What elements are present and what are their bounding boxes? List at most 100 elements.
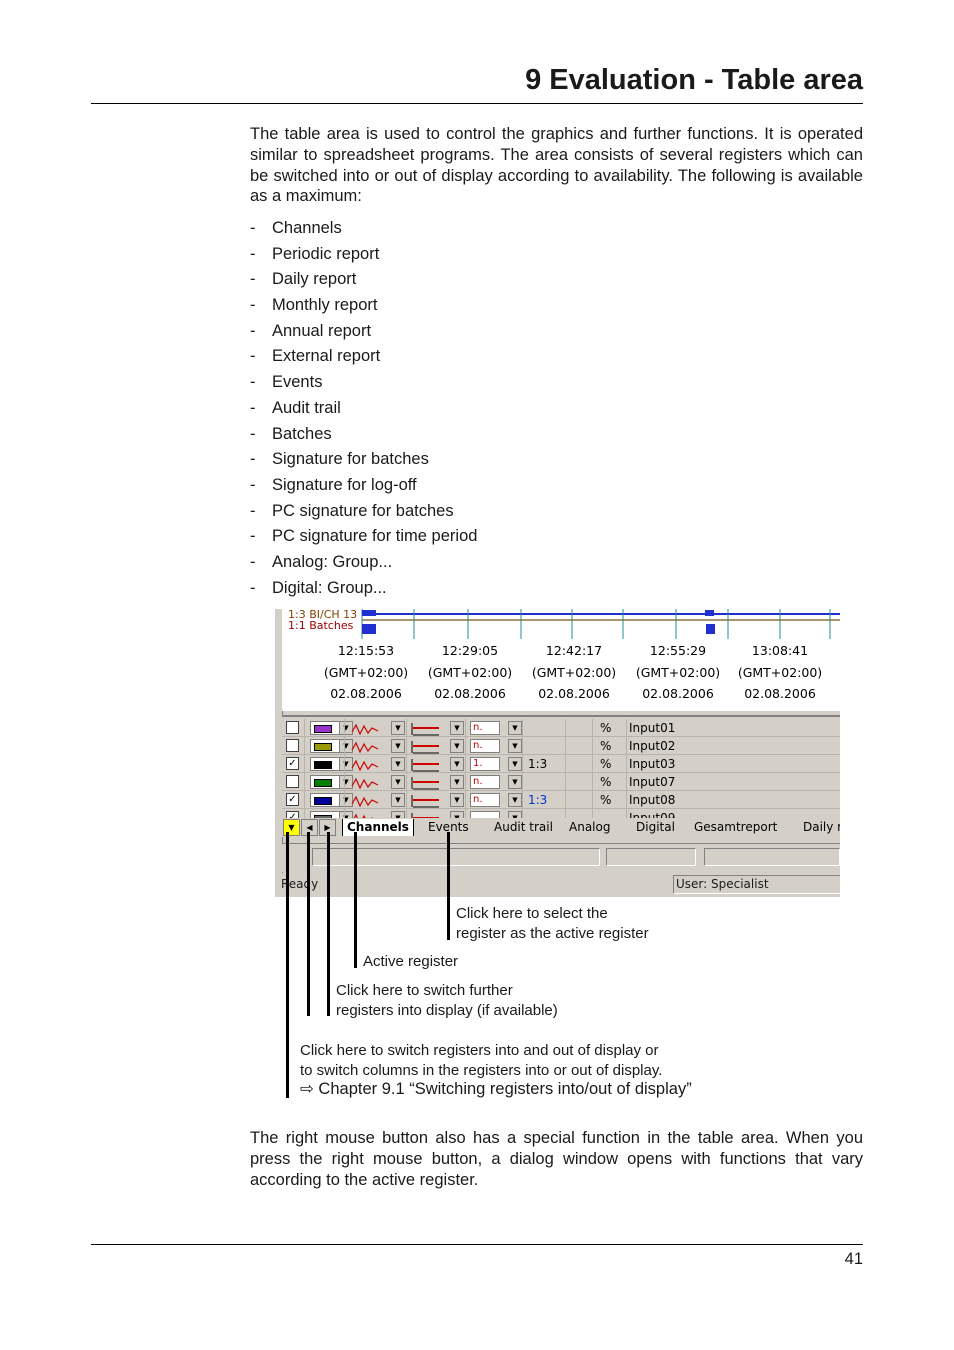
curve-dropdown-arrow-icon[interactable]: ▼ — [391, 775, 405, 789]
curve-dropdown-arrow-icon[interactable]: ▼ — [391, 793, 405, 807]
register-list-item: - PC signature for batches — [250, 499, 477, 525]
header-rule — [91, 103, 863, 104]
time-axis-tz: (GMT+02:00) — [323, 664, 409, 680]
time-axis-tz: (GMT+02:00) — [531, 664, 617, 680]
column-separator — [344, 773, 345, 791]
decimal-dropdown-arrow-icon[interactable]: ▼ — [508, 721, 522, 735]
register-tab[interactable]: Audit trail — [494, 819, 553, 836]
callout-select-register: Click here to select the register as the… — [456, 904, 649, 943]
register-list-item: - Periodic report — [250, 242, 477, 268]
color-swatch — [314, 779, 332, 787]
register-name: PC signature for time period — [272, 527, 478, 546]
list-dash: - — [250, 475, 256, 494]
callout-line-text: Click here to select the — [456, 905, 608, 922]
time-axis-time: 12:55:29 — [649, 643, 707, 658]
time-axis-date: 02.08.2006 — [744, 686, 816, 701]
channel-scale: 1:3 — [528, 757, 548, 771]
page-number: 41 — [844, 1250, 863, 1268]
decimal-dropdown-arrow-icon[interactable]: ▼ — [508, 775, 522, 789]
callout-line-text: Click here to switch further — [336, 982, 513, 999]
register-name: Monthly report — [272, 296, 378, 315]
column-separator — [304, 755, 305, 773]
decimal-dropdown-arrow-icon[interactable]: ▼ — [508, 793, 522, 807]
channel-checkbox[interactable] — [286, 775, 299, 788]
list-dash: - — [250, 450, 256, 469]
color-swatch — [314, 761, 332, 769]
time-axis-label: 12:29:05 (GMT+02:00) 02.08.2006 — [418, 640, 522, 705]
channel-checkbox[interactable]: ✓ — [286, 793, 299, 806]
register-list-item: - Monthly report — [250, 293, 477, 319]
color-picker[interactable] — [310, 793, 340, 807]
color-picker[interactable] — [310, 757, 340, 771]
color-picker[interactable] — [310, 775, 340, 789]
color-swatch — [314, 725, 332, 733]
column-separator — [344, 755, 345, 773]
line-dropdown-arrow-icon[interactable]: ▼ — [450, 721, 464, 735]
channel-checkbox[interactable] — [286, 721, 299, 734]
time-axis-date: 02.08.2006 — [642, 686, 714, 701]
footer-rule — [91, 1244, 863, 1245]
column-separator — [565, 719, 566, 737]
line-dropdown-arrow-icon[interactable]: ▼ — [450, 757, 464, 771]
list-dash: - — [250, 270, 256, 289]
curve-dropdown-arrow-icon[interactable]: ▼ — [391, 721, 405, 735]
register-name: Signature for log-off — [272, 475, 417, 494]
register-name: Batches — [272, 424, 332, 443]
decimal-selector[interactable]: n. — [470, 721, 500, 735]
line-dropdown-arrow-icon[interactable]: ▼ — [450, 793, 464, 807]
decimal-dropdown-arrow-icon[interactable]: ▼ — [508, 757, 522, 771]
register-tab[interactable]: Digital — [636, 819, 675, 836]
time-axis-tz: (GMT+02:00) — [737, 664, 823, 680]
column-separator — [626, 719, 627, 737]
chapter-title: 9 Evaluation - Table area — [525, 64, 863, 96]
register-tab[interactable]: Gesamtreport — [694, 819, 777, 836]
curve-dropdown-arrow-icon[interactable]: ▼ — [391, 739, 405, 753]
register-name: Periodic report — [272, 244, 380, 263]
callout-switch-in-out: Click here to switch registers into and … — [300, 1041, 692, 1100]
column-separator — [626, 755, 627, 773]
channel-row: ✓ ▼ ▼ ▼ n. ▼ 1:3% Input08 — [282, 791, 840, 809]
decimal-selector[interactable]: n. — [470, 775, 500, 789]
intro-paragraph: The table area is used to control the gr… — [250, 125, 863, 206]
color-swatch — [314, 743, 332, 751]
list-dash: - — [250, 347, 256, 366]
channel-name: Input03 — [629, 757, 676, 771]
column-separator — [406, 719, 407, 737]
channel-checkbox[interactable] — [286, 739, 299, 752]
line-dropdown-arrow-icon[interactable]: ▼ — [450, 739, 464, 753]
column-separator — [592, 791, 593, 809]
register-tab[interactable]: Analog — [569, 819, 610, 836]
register-list-item: - Digital: Group... — [250, 576, 477, 602]
channel-unit: % — [600, 775, 612, 789]
register-tab[interactable]: Channels — [342, 819, 414, 836]
column-separator — [565, 755, 566, 773]
decimal-selector[interactable]: 1. — [470, 757, 500, 771]
color-picker[interactable] — [310, 739, 340, 753]
channel-row: ▼ ▼ ▼ n. ▼% Input01 — [282, 719, 840, 737]
color-picker[interactable] — [310, 721, 340, 735]
decimal-selector[interactable]: n. — [470, 739, 500, 753]
register-tab[interactable]: Daily r — [803, 819, 840, 836]
curve-dropdown-arrow-icon[interactable]: ▼ — [391, 757, 405, 771]
time-axis-label: 12:42:17 (GMT+02:00) 02.08.2006 — [522, 640, 626, 705]
column-separator — [522, 791, 523, 809]
register-list-item: - Channels — [250, 216, 477, 242]
time-axis-tz: (GMT+02:00) — [427, 664, 513, 680]
status-user: User: Specialist — [673, 875, 840, 894]
chapter-reference[interactable]: ⇨ Chapter 9.1 “Switching registers into/… — [300, 1080, 692, 1100]
register-list-item: - Signature for log-off — [250, 473, 477, 499]
register-tab-bar: ▼ ◀ ▶ Channels Events Audit trail Analog Dig… — [282, 818, 840, 837]
list-dash: - — [250, 424, 256, 443]
channel-row: ✓ ▼ ▼ ▼ 1. ▼ 1:3% Input03 — [282, 755, 840, 773]
list-dash: - — [250, 244, 256, 263]
decimal-dropdown-arrow-icon[interactable]: ▼ — [508, 739, 522, 753]
channel-checkbox[interactable]: ✓ — [286, 757, 299, 770]
marker-start-top — [362, 610, 376, 616]
column-separator — [304, 791, 305, 809]
register-name: Annual report — [272, 321, 372, 340]
register-name: External report — [272, 347, 381, 366]
decimal-selector[interactable]: n. — [470, 793, 500, 807]
line-dropdown-arrow-icon[interactable]: ▼ — [450, 775, 464, 789]
channel-name: Input01 — [629, 721, 676, 735]
color-swatch — [314, 797, 332, 805]
